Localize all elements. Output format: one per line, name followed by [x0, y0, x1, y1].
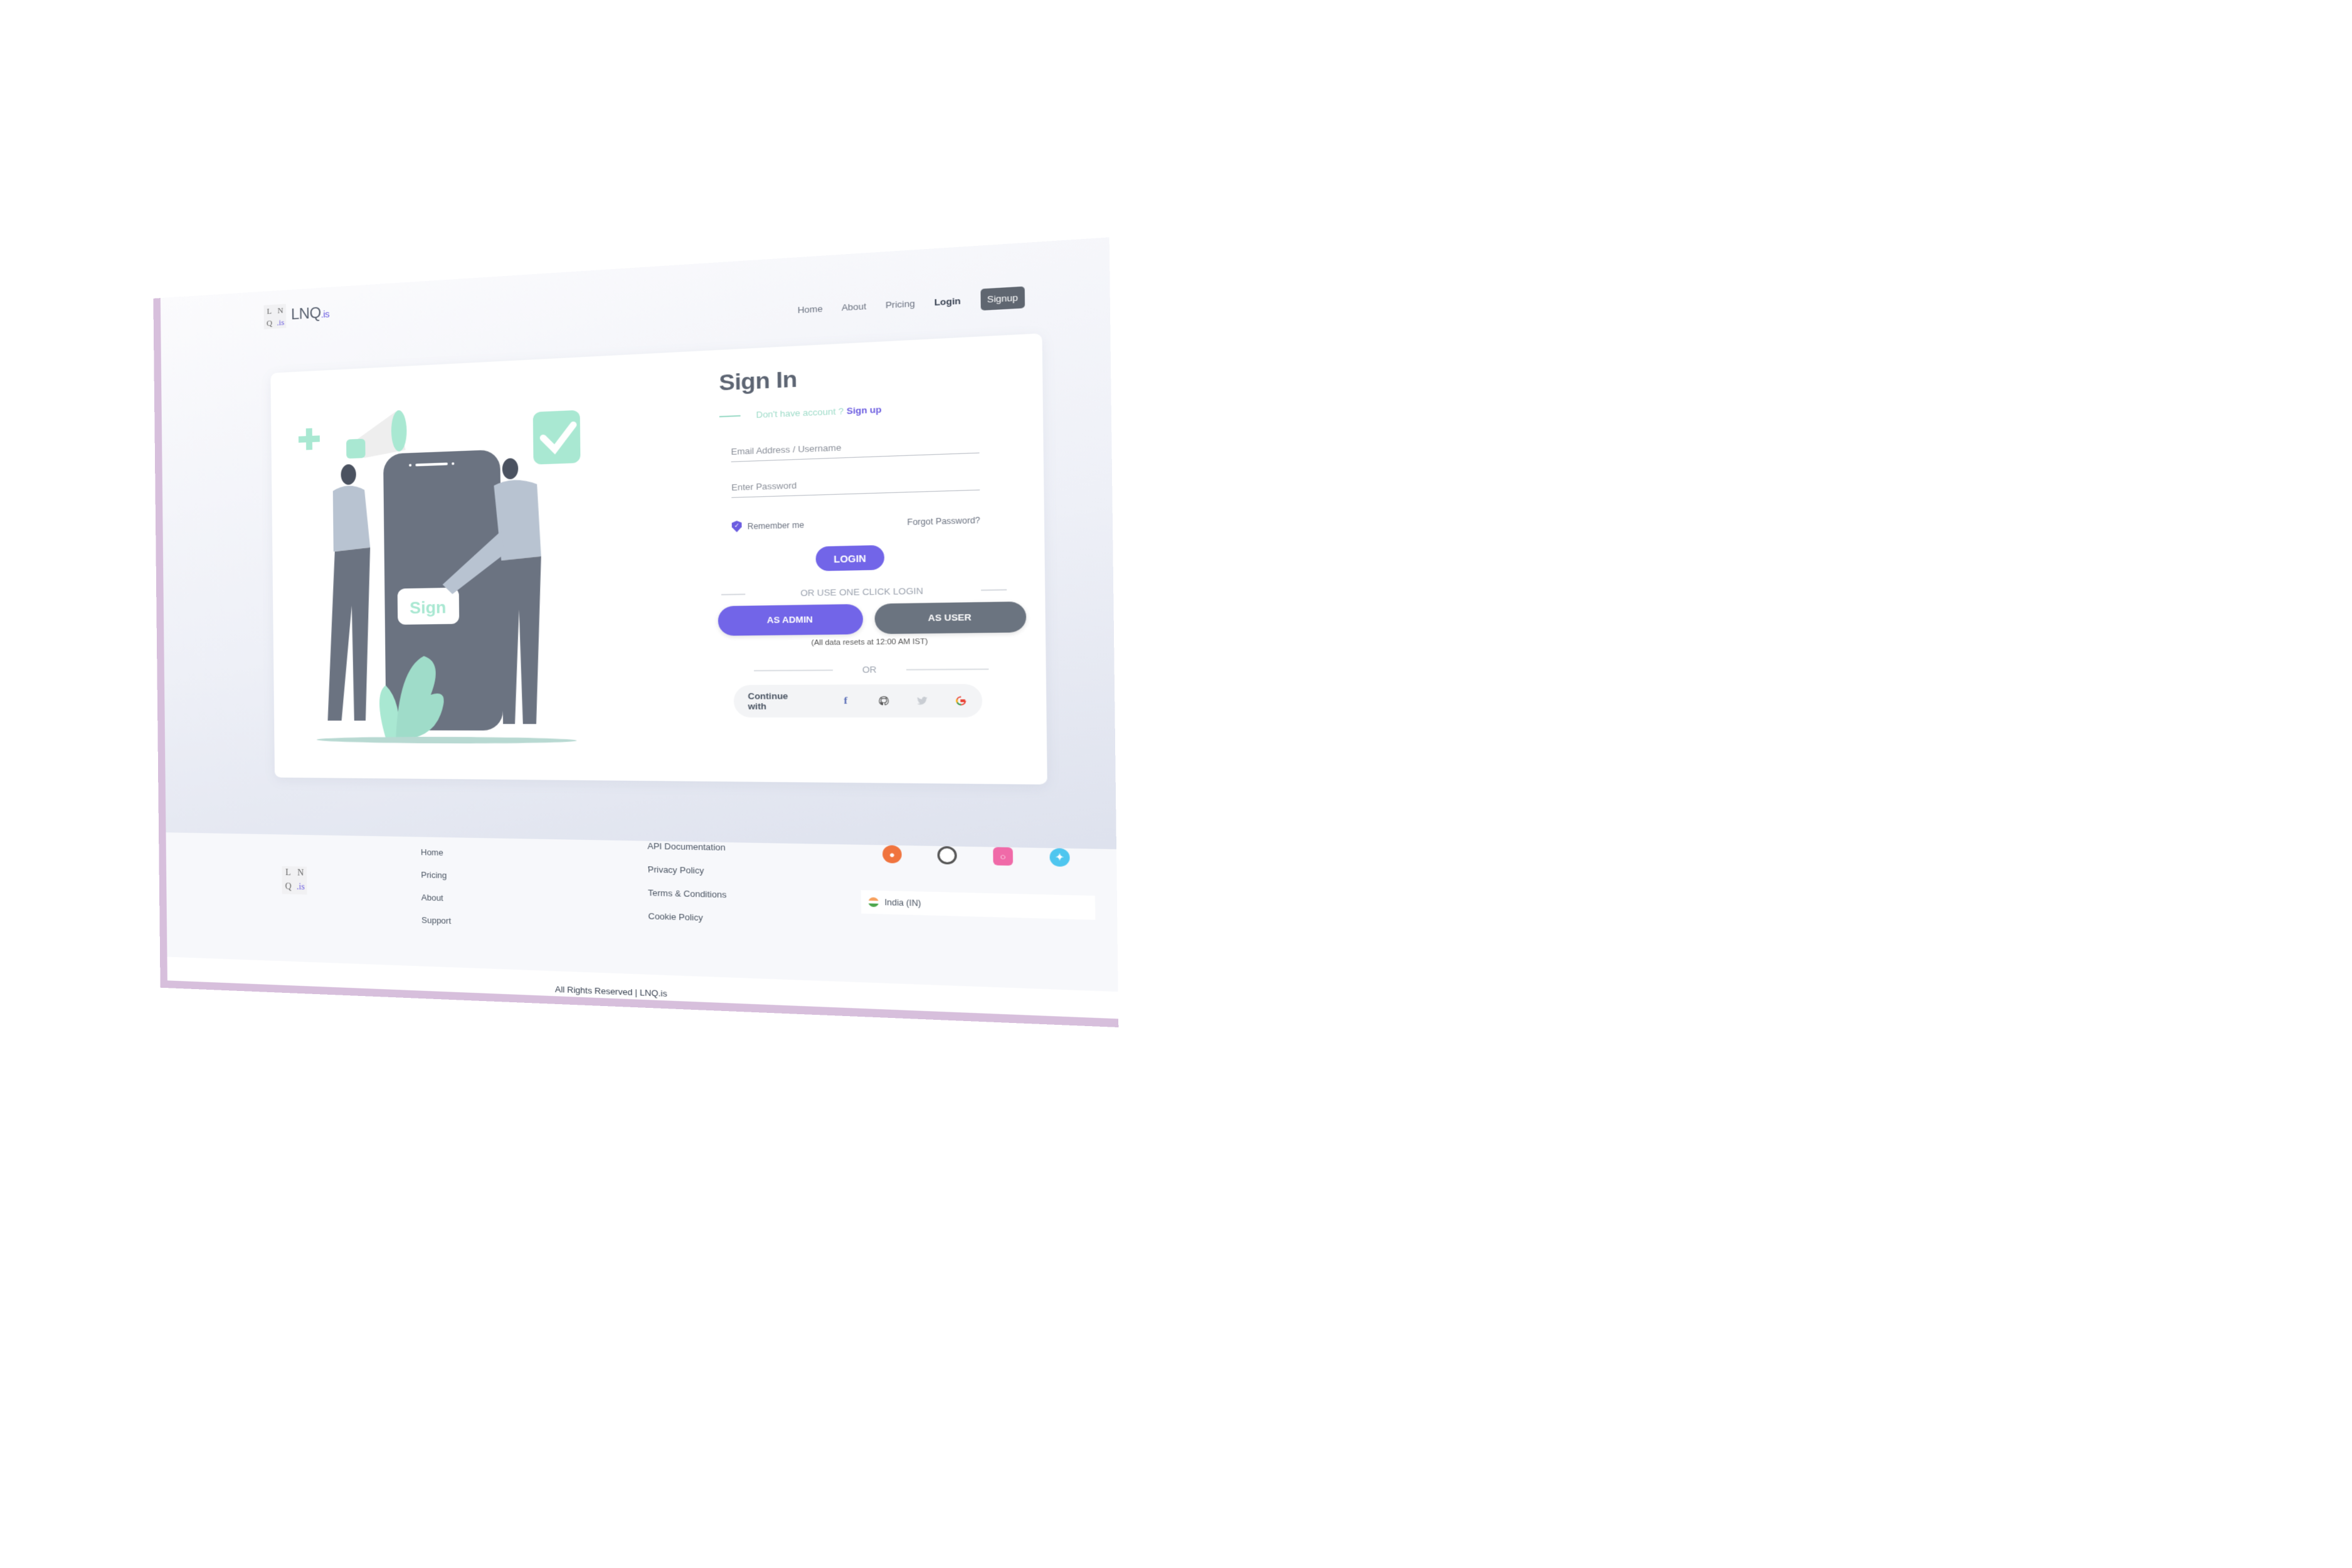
logo-tile-is: .is [296, 882, 305, 893]
as-user-button[interactable]: AS USER [874, 601, 1027, 634]
reddit-icon[interactable]: ● [882, 845, 902, 864]
footer-link-privacy[interactable]: Privacy Policy [648, 864, 726, 876]
or-label: OR [862, 664, 877, 675]
remember-me-checkbox[interactable]: ✓ Remember me [732, 519, 804, 532]
logo-tile-q: Q [266, 318, 273, 328]
top-nav: Home About Pricing Login Signup [798, 286, 1025, 321]
signin-title: Sign In [719, 366, 798, 396]
login-button[interactable]: LOGIN [815, 544, 885, 571]
country-label: India (IN) [884, 898, 921, 909]
page: L N Q .is LNQ.is Home About Pricing Logi… [160, 237, 1119, 1019]
signup-prompt: Don't have account ? Sign up [719, 400, 997, 421]
footer-logo[interactable]: L N Q .is [282, 866, 307, 895]
sign-placard: Sign [397, 587, 460, 625]
footer-link-terms[interactable]: Terms & Conditions [648, 887, 726, 899]
google-icon[interactable] [955, 695, 967, 706]
plus-icon [298, 428, 320, 450]
twitter-icon[interactable]: ✦ [1049, 848, 1070, 867]
browser-frame: L N Q .is LNQ.is Home About Pricing Logi… [153, 237, 1119, 1027]
nav-pricing[interactable]: Pricing [886, 299, 915, 310]
logo-tile-q: Q [285, 882, 292, 892]
logo-tile-l: L [267, 305, 272, 316]
brand-name: LNQ [290, 304, 321, 324]
nav-signup-button[interactable]: Signup [980, 286, 1025, 311]
divider-line [906, 668, 989, 670]
github-icon[interactable] [878, 696, 890, 707]
password-input[interactable]: Enter Password [731, 474, 980, 498]
footer-social-icons: ● ○ ✦ [882, 845, 1070, 867]
no-account-text: Don't have account ? [756, 406, 844, 420]
continue-with-label: Continue with [748, 691, 788, 712]
instagram-icon[interactable]: ○ [993, 847, 1014, 866]
nav-home[interactable]: Home [798, 304, 823, 315]
remember-me-label: Remember me [747, 519, 805, 531]
divider-line [754, 669, 834, 671]
woman-figure [326, 464, 373, 721]
as-admin-button[interactable]: AS ADMIN [718, 603, 864, 636]
continue-with-bar: Continue with f [733, 684, 983, 718]
facebook-icon[interactable]: f [840, 695, 852, 707]
footer-link-about[interactable]: About [421, 893, 451, 903]
ground-shadow [316, 736, 577, 744]
divider-line [981, 588, 1007, 591]
logo-tile-n: N [277, 305, 283, 315]
sign-label: Sign [410, 598, 446, 618]
logo-tile-n: N [297, 868, 304, 878]
footer-link-api-docs[interactable]: API Documentation [647, 841, 726, 852]
twitter-icon[interactable] [916, 696, 928, 707]
divider-line [721, 593, 746, 595]
india-flag-icon [868, 897, 879, 908]
accent-dash [719, 415, 741, 417]
logo-mark[interactable]: L N Q .is [263, 304, 287, 329]
country-selector[interactable]: India (IN) [861, 890, 1096, 920]
social-login-icons: f [840, 695, 967, 706]
footer-links-legal: API Documentation Privacy Policy Terms &… [647, 841, 727, 923]
signin-form: Sign In Don't have account ? Sign up Ema… [718, 357, 1027, 718]
one-click-divider: OR USE ONE CLICK LOGIN [721, 584, 1007, 599]
remember-row: ✓ Remember me Forgot Password? [732, 514, 980, 532]
footer-link-support[interactable]: Support [421, 915, 451, 926]
signin-illustration: Sign [298, 410, 604, 744]
email-input[interactable]: Email Address / Username [731, 437, 980, 462]
megaphone-icon [346, 410, 407, 459]
signup-link[interactable]: Sign up [847, 405, 882, 416]
footer-link-home[interactable]: Home [421, 847, 450, 857]
one-click-label: OR USE ONE CLICK LOGIN [800, 585, 923, 598]
footer-link-cookie[interactable]: Cookie Policy [648, 911, 726, 924]
or-divider: OR [722, 664, 1023, 676]
footer-link-pricing[interactable]: Pricing [421, 870, 450, 881]
brand-suffix: .is [320, 309, 330, 320]
github-icon[interactable] [937, 845, 957, 865]
logo-tile-is: .is [277, 317, 285, 327]
nav-about[interactable]: About [842, 301, 867, 313]
logo-tile-l: L [285, 868, 291, 878]
one-click-buttons: AS ADMIN AS USER [718, 601, 1027, 636]
perspective-stage: L N Q .is LNQ.is Home About Pricing Logi… [153, 237, 1119, 1027]
shield-check-icon: ✓ [732, 521, 742, 532]
reset-note: (All data resets at 12:00 AM IST) [811, 637, 928, 647]
logo-wordmark[interactable]: LNQ.is [291, 304, 329, 324]
footer-links-main: Home Pricing About Support [421, 847, 451, 926]
checkmark-badge-icon [533, 410, 581, 465]
nav-login[interactable]: Login [934, 295, 960, 307]
forgot-password-link[interactable]: Forgot Password? [907, 515, 980, 527]
signin-card: Sign Sign In Don't have account ? Sign u… [270, 333, 1047, 785]
